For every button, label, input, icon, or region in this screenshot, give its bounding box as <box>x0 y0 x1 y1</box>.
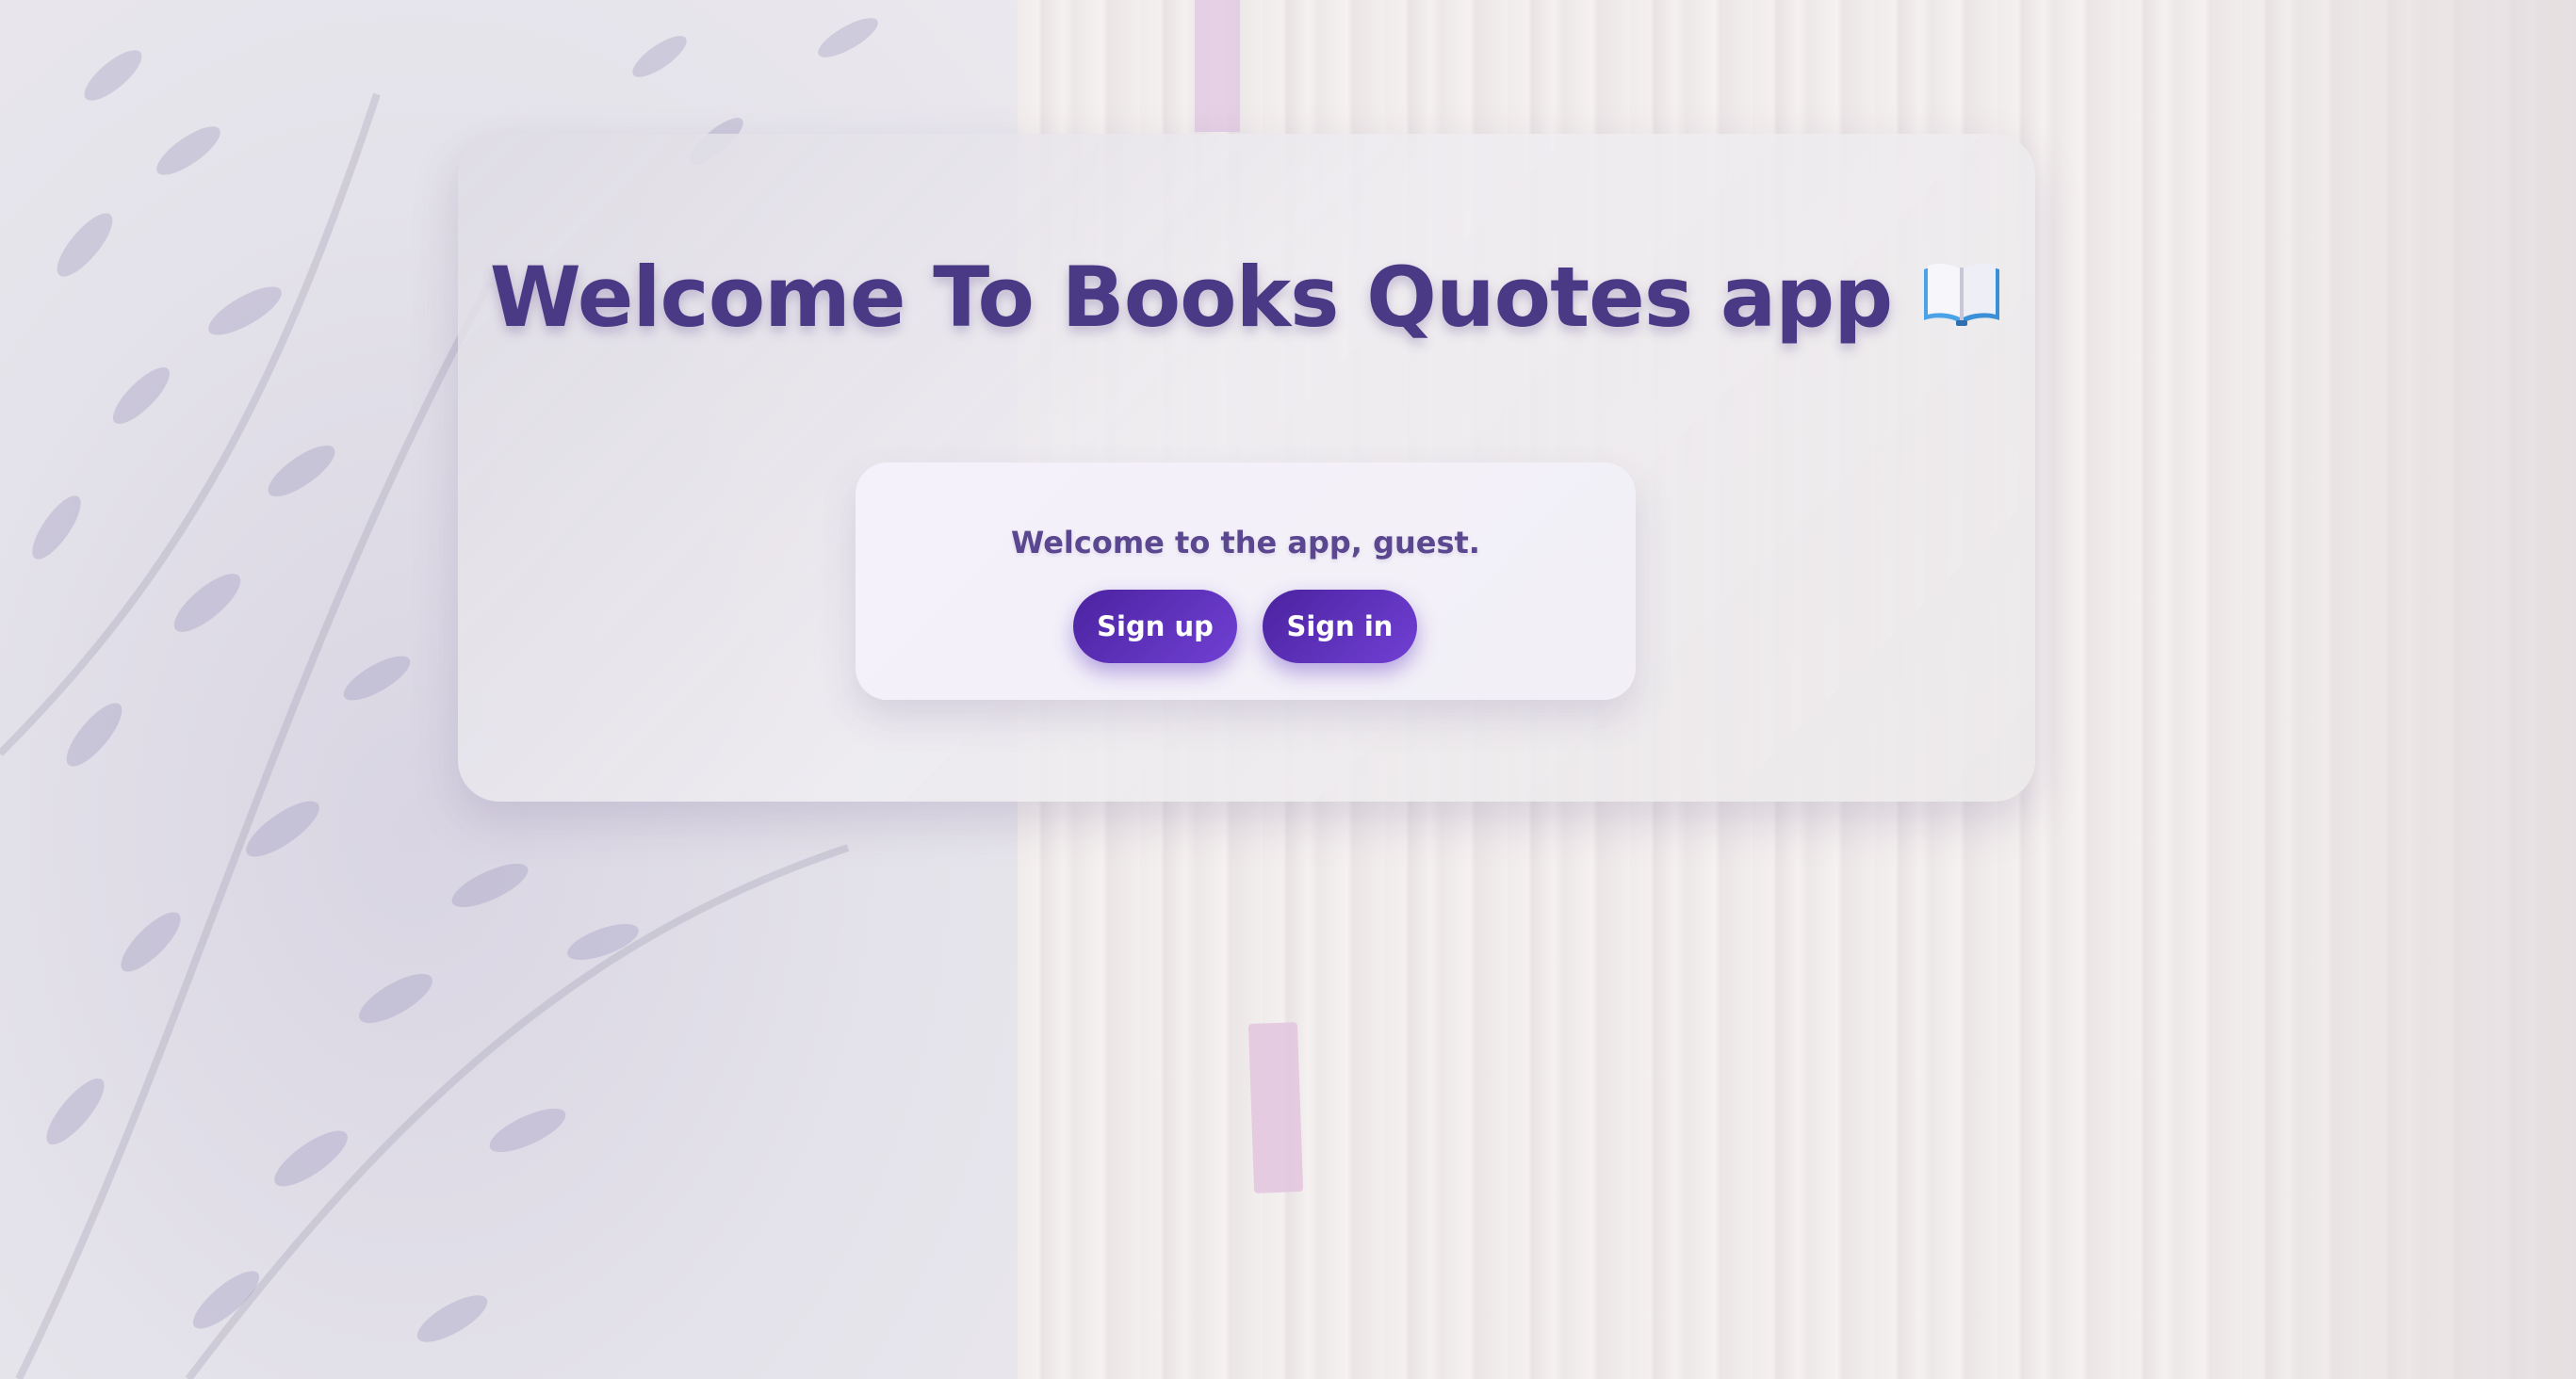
background-bookmark <box>1247 1022 1304 1193</box>
sign-up-button[interactable]: Sign up <box>1073 590 1237 663</box>
open-book-icon <box>1920 254 2003 326</box>
background-ribbon <box>1195 0 1240 132</box>
welcome-card: Welcome To Books Quotes app Welcome to t… <box>458 134 2035 802</box>
background-shadow <box>2199 0 2576 1379</box>
page-title: Welcome To Books Quotes app <box>458 249 2035 346</box>
page-title-text: Welcome To Books Quotes app <box>489 249 1893 346</box>
welcome-greeting: Welcome to the app, guest. <box>1011 525 1480 560</box>
sign-in-button[interactable]: Sign in <box>1263 590 1417 663</box>
welcome-box: Welcome to the app, guest. Sign up Sign … <box>856 462 1636 700</box>
